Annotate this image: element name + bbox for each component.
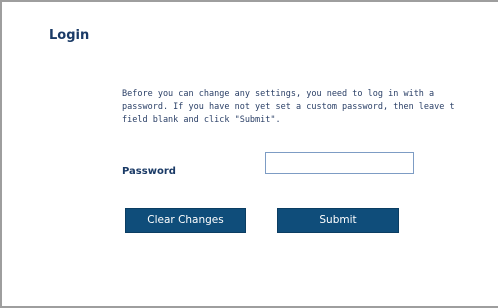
instructions-line: password. If you have not yet set a cust… bbox=[122, 102, 455, 112]
clear-changes-button[interactable]: Clear Changes bbox=[125, 208, 246, 233]
login-instructions: Before you can change any settings, you … bbox=[122, 88, 498, 127]
login-panel: Login Before you can change any settings… bbox=[0, 0, 498, 308]
page-title: Login bbox=[49, 28, 90, 43]
instructions-line: field blank and click "Submit". bbox=[122, 115, 281, 125]
password-label: Password bbox=[122, 166, 176, 177]
submit-button[interactable]: Submit bbox=[277, 208, 399, 233]
instructions-line: Before you can change any settings, you … bbox=[122, 89, 435, 99]
password-field[interactable] bbox=[265, 152, 414, 174]
